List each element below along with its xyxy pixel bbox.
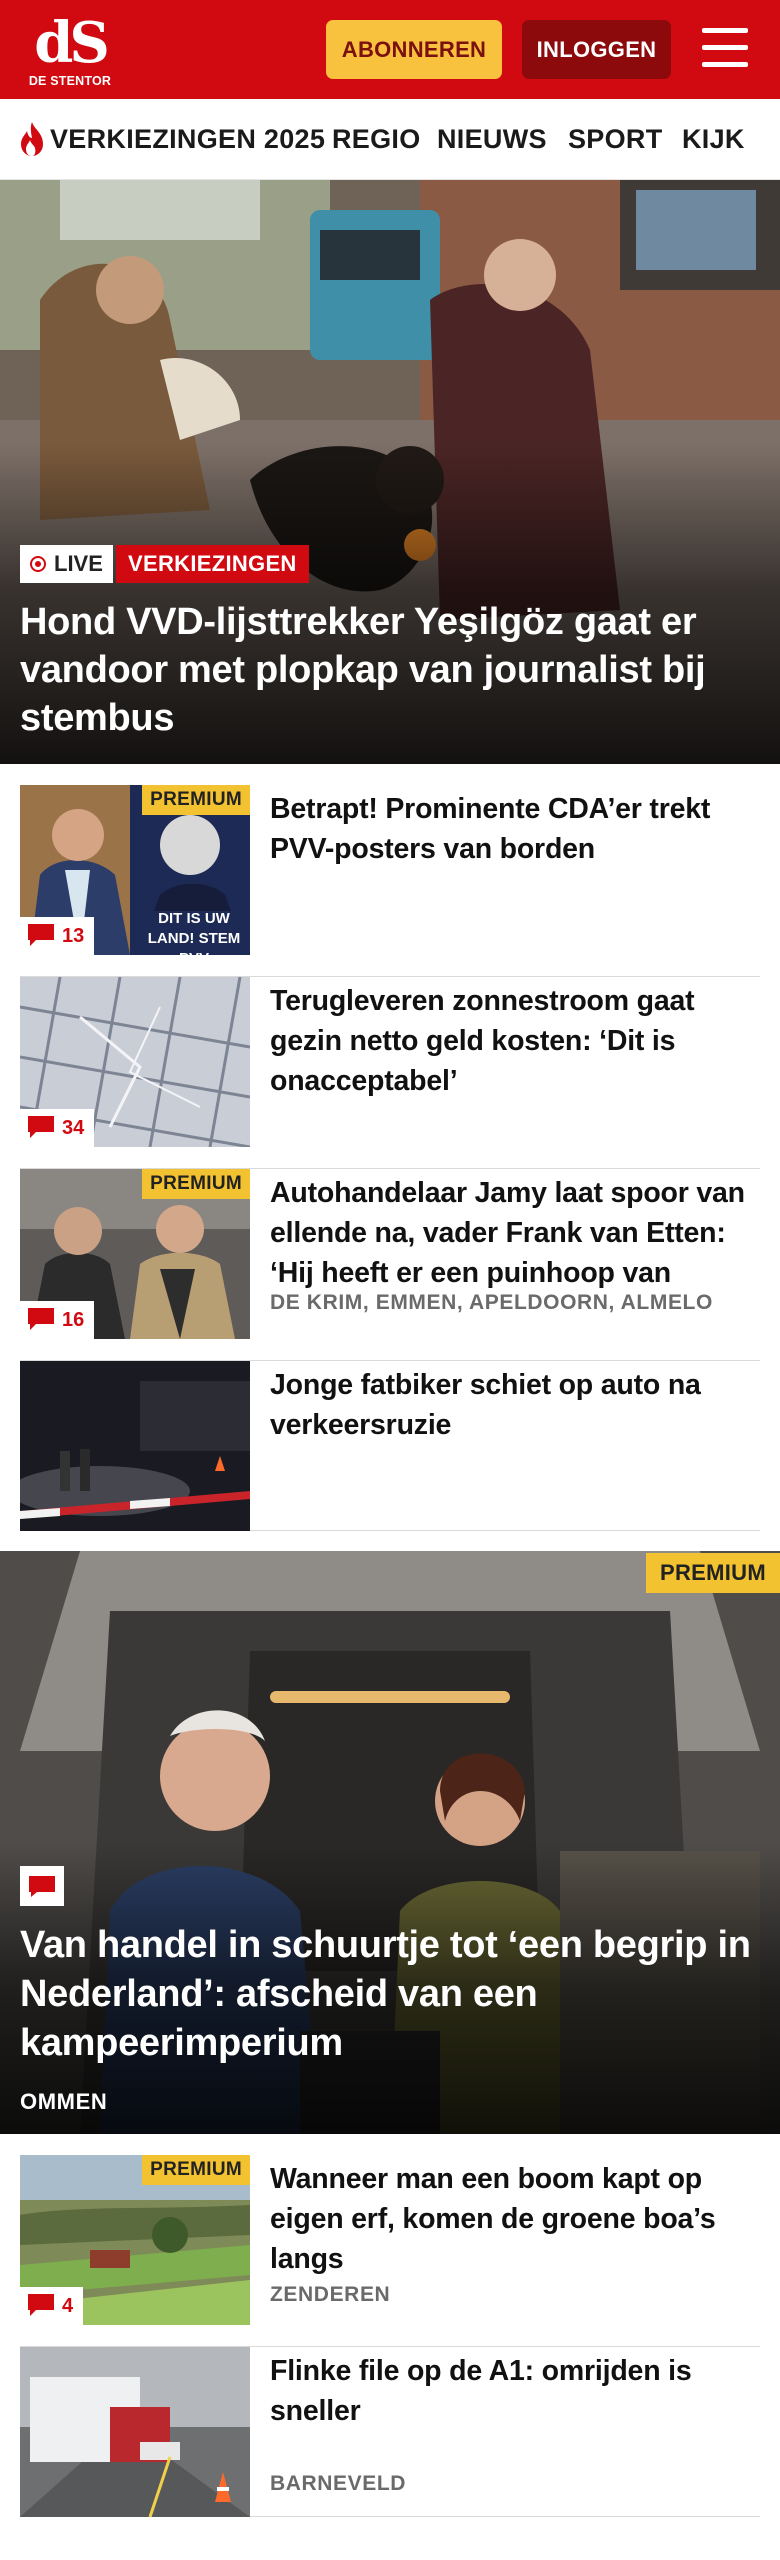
article-row[interactable]: Jonge fatbiker schiet op auto na verkeer… bbox=[20, 1361, 760, 1531]
article-thumbnail bbox=[20, 2347, 250, 2517]
comment-bubble-icon bbox=[28, 924, 54, 947]
comment-count[interactable]: 13 bbox=[20, 917, 95, 955]
article-thumbnail: 34 bbox=[20, 977, 250, 1147]
article-thumbnail: PREMIUM 4 bbox=[20, 2155, 250, 2325]
thumbnail-image bbox=[20, 2347, 250, 2517]
article-row[interactable]: Flinke file op de A1: omrijden is snelle… bbox=[20, 2347, 760, 2517]
logo-text: DE STENTOR bbox=[28, 74, 112, 88]
comment-bubble-icon bbox=[28, 2294, 54, 2317]
feature-title[interactable]: Van handel in schuurtje tot ‘een begrip … bbox=[20, 1921, 765, 2068]
hamburger-menu-icon[interactable] bbox=[698, 24, 752, 72]
article-row[interactable]: PREMIUM 4 Wanneer man een boom kapt op e… bbox=[20, 2155, 760, 2347]
hero-article[interactable]: LIVE VERKIEZINGEN Hond VVD-lijsttrekker … bbox=[0, 180, 780, 764]
article-thumbnail: PREMIUM 16 bbox=[20, 1169, 250, 1339]
article-location: ZENDEREN bbox=[270, 2283, 391, 2306]
premium-badge: PREMIUM bbox=[646, 1553, 780, 1593]
comment-count-value: 4 bbox=[62, 2295, 74, 2317]
live-label: LIVE bbox=[54, 551, 103, 576]
comment-bubble-icon[interactable] bbox=[20, 1866, 64, 1906]
category-badge: VERKIEZINGEN bbox=[116, 545, 309, 583]
article-thumbnail: DIT IS UW LAND! STEM PVV PREMIUM 13 bbox=[20, 785, 250, 955]
article-row[interactable]: 34 Terugleveren zonnestroom gaat gezin n… bbox=[20, 977, 760, 1169]
article-title[interactable]: Flinke file op de A1: omrijden is snelle… bbox=[270, 2351, 762, 2431]
comment-count-value: 34 bbox=[62, 1117, 85, 1139]
premium-badge: PREMIUM bbox=[142, 785, 250, 815]
nav-item-nieuws[interactable]: NIEUWS bbox=[437, 99, 547, 179]
article-title[interactable]: Jonge fatbiker schiet op auto na verkeer… bbox=[270, 1365, 762, 1445]
article-row[interactable]: PREMIUM 16 Autohandelaar Jamy laat spoor… bbox=[20, 1169, 760, 1361]
article-row[interactable]: DIT IS UW LAND! STEM PVV PREMIUM 13 Betr… bbox=[20, 785, 760, 977]
comment-count-value: 13 bbox=[62, 925, 85, 947]
article-title[interactable]: Autohandelaar Jamy laat spoor van ellend… bbox=[270, 1173, 762, 1293]
premium-badge: PREMIUM bbox=[142, 1169, 250, 1199]
thumbnail-image bbox=[20, 1361, 250, 1531]
comment-count[interactable]: 34 bbox=[20, 1109, 95, 1147]
live-dot-icon bbox=[30, 556, 46, 572]
article-location: DE KRIM, EMMEN, APELDOORN, ALMELO bbox=[270, 1291, 713, 1314]
thumbnail-caption: DIT IS UW LAND! STEM PVV bbox=[147, 910, 241, 955]
comment-count-value: 16 bbox=[62, 1309, 85, 1331]
premium-badge: PREMIUM bbox=[142, 2155, 250, 2185]
feature-article[interactable]: PREMIUM Van handel in schuurtje tot ‘een… bbox=[0, 1551, 780, 2134]
article-location: BARNEVELD bbox=[270, 2472, 407, 2495]
top-header: dS DE STENTOR ABONNEREN INLOGGEN bbox=[0, 0, 780, 99]
flame-icon bbox=[21, 122, 43, 156]
article-title[interactable]: Terugleveren zonnestroom gaat gezin nett… bbox=[270, 981, 762, 1101]
nav-item-sport[interactable]: SPORT bbox=[568, 99, 663, 179]
comment-bubble-icon bbox=[28, 1116, 54, 1139]
live-badge: LIVE bbox=[20, 545, 113, 583]
nav-item-verkiezingen[interactable]: VERKIEZINGEN 2025 bbox=[50, 99, 325, 179]
article-title[interactable]: Wanneer man een boom kapt op eigen erf, … bbox=[270, 2159, 762, 2279]
comment-bubble-icon bbox=[28, 1308, 54, 1331]
site-logo[interactable]: dS DE STENTOR bbox=[29, 10, 111, 92]
nav-item-kijk[interactable]: KIJK bbox=[682, 99, 745, 179]
login-button[interactable]: INLOGGEN bbox=[522, 20, 671, 79]
comment-count[interactable]: 16 bbox=[20, 1301, 95, 1339]
article-title[interactable]: Betrapt! Prominente CDA’er trekt PVV-pos… bbox=[270, 789, 762, 869]
section-nav: VERKIEZINGEN 2025 REGIO NIEUWS SPORT KIJ… bbox=[0, 99, 780, 180]
hero-title[interactable]: Hond VVD-lijsttrekker Yeşilgöz gaat er v… bbox=[20, 598, 765, 742]
subscribe-button[interactable]: ABONNEREN bbox=[326, 20, 502, 79]
article-thumbnail bbox=[20, 1361, 250, 1531]
comment-count[interactable]: 4 bbox=[20, 2287, 84, 2325]
nav-item-regio[interactable]: REGIO bbox=[332, 99, 421, 179]
feature-location: OMMEN bbox=[20, 2089, 108, 2114]
logo-mark: dS bbox=[34, 10, 110, 76]
